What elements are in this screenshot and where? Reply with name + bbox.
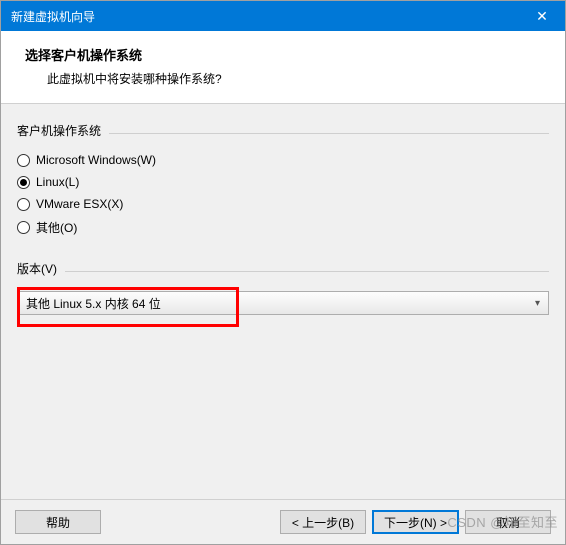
page-title: 选择客户机操作系统 [25, 45, 545, 64]
os-radio-group: Microsoft Windows(W) Linux(L) VMware ESX… [17, 143, 549, 252]
annotation-spacer [26, 296, 230, 318]
button-label: 下一步(N) > [384, 514, 447, 531]
os-option-windows[interactable]: Microsoft Windows(W) [17, 149, 549, 171]
help-button[interactable]: 帮助 [15, 510, 101, 534]
next-button[interactable]: 下一步(N) > [372, 510, 459, 534]
os-group-header: 客户机操作系统 [17, 122, 549, 143]
version-group-header: 版本(V) [17, 260, 549, 281]
radio-icon [17, 221, 30, 234]
os-option-other[interactable]: 其他(O) [17, 215, 549, 240]
version-section: 版本(V) 其他 Linux 5.x 内核 64 位 ▾ [17, 260, 549, 315]
divider [65, 271, 549, 272]
window-title: 新建虚拟机向导 [11, 8, 519, 25]
version-group-label: 版本(V) [17, 260, 57, 277]
divider [109, 133, 549, 134]
radio-icon [17, 198, 30, 211]
titlebar: 新建虚拟机向导 ✕ [1, 1, 565, 31]
cancel-button[interactable]: 取消 [465, 510, 551, 534]
radio-label: Microsoft Windows(W) [36, 153, 156, 167]
wizard-window: 新建虚拟机向导 ✕ 选择客户机操作系统 此虚拟机中将安装哪种操作系统? 客户机操… [0, 0, 566, 545]
close-icon: ✕ [536, 8, 548, 25]
back-button[interactable]: < 上一步(B) [280, 510, 366, 534]
radio-label: 其他(O) [36, 219, 77, 236]
radio-label: VMware ESX(X) [36, 197, 123, 211]
button-label: 帮助 [46, 514, 70, 531]
close-button[interactable]: ✕ [519, 1, 565, 31]
footer: 帮助 < 上一步(B) 下一步(N) > 取消 [1, 499, 565, 544]
chevron-down-icon: ▾ [535, 298, 540, 309]
header-panel: 选择客户机操作系统 此虚拟机中将安装哪种操作系统? [1, 31, 565, 104]
radio-label: Linux(L) [36, 175, 79, 189]
radio-icon [17, 176, 30, 189]
page-subtitle: 此虚拟机中将安装哪种操作系统? [25, 70, 545, 87]
button-label: < 上一步(B) [292, 514, 354, 531]
os-option-vmware-esx[interactable]: VMware ESX(X) [17, 193, 549, 215]
annotation-highlight [17, 287, 239, 327]
radio-icon [17, 154, 30, 167]
os-option-linux[interactable]: Linux(L) [17, 171, 549, 193]
os-group-label: 客户机操作系统 [17, 122, 101, 139]
button-label: 取消 [496, 514, 520, 531]
content-area: 客户机操作系统 Microsoft Windows(W) Linux(L) VM… [1, 104, 565, 499]
